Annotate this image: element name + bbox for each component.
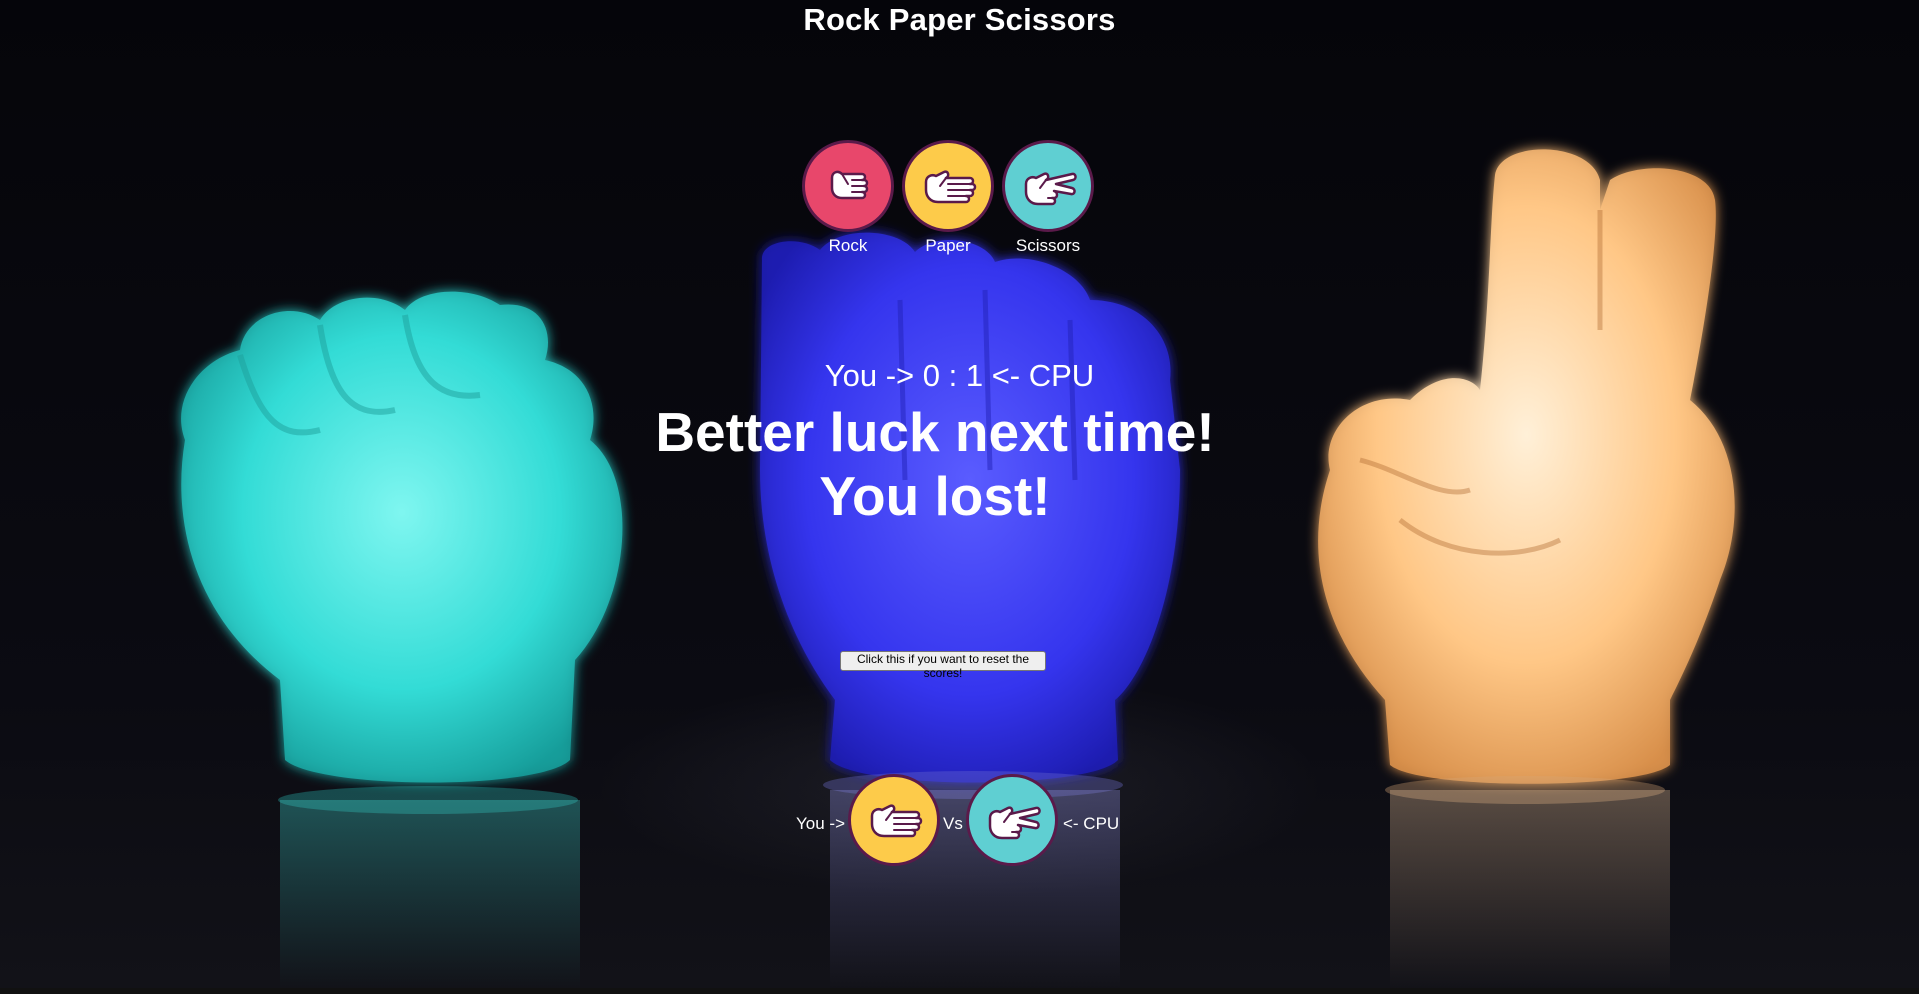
paper-hand-icon (870, 804, 923, 838)
cpu-choice (966, 774, 1058, 866)
rock-hand-icon (830, 170, 869, 200)
scissors-button[interactable] (1002, 140, 1094, 232)
choice-rock[interactable]: Rock (798, 140, 898, 256)
vs-label: Vs (943, 814, 963, 833)
you-label: You -> (796, 814, 845, 833)
choice-label-rock: Rock (828, 236, 868, 255)
choice-scissors[interactable]: Scissors (998, 140, 1098, 256)
cpu-label: <- CPU (1063, 814, 1120, 833)
paper-hand-icon (924, 170, 977, 204)
result-line-2: You lost! (819, 465, 1051, 527)
paper-button[interactable] (902, 140, 994, 232)
page-title: Rock Paper Scissors (803, 2, 1116, 37)
scissors-hand-icon (988, 806, 1041, 840)
fist-figure (181, 291, 623, 990)
result-message: Better luck next time! You lost! (0, 400, 1870, 528)
result-line-1: Better luck next time! (655, 401, 1215, 463)
choice-label-paper: Paper (925, 236, 971, 255)
peace-sign-figure (1318, 149, 1735, 990)
reset-scores-button[interactable]: Click this if you want to reset the scor… (840, 651, 1046, 680)
score-display: You -> 0 : 1 <- CPU (824, 358, 1095, 393)
rock-button[interactable] (802, 140, 894, 232)
choice-label-scissors: Scissors (1015, 236, 1081, 255)
palm-figure (760, 232, 1180, 990)
page-bottom-edge (0, 988, 1919, 994)
scissors-hand-icon (1024, 172, 1077, 206)
choice-paper[interactable]: Paper (898, 140, 998, 256)
player-choice (848, 774, 940, 866)
